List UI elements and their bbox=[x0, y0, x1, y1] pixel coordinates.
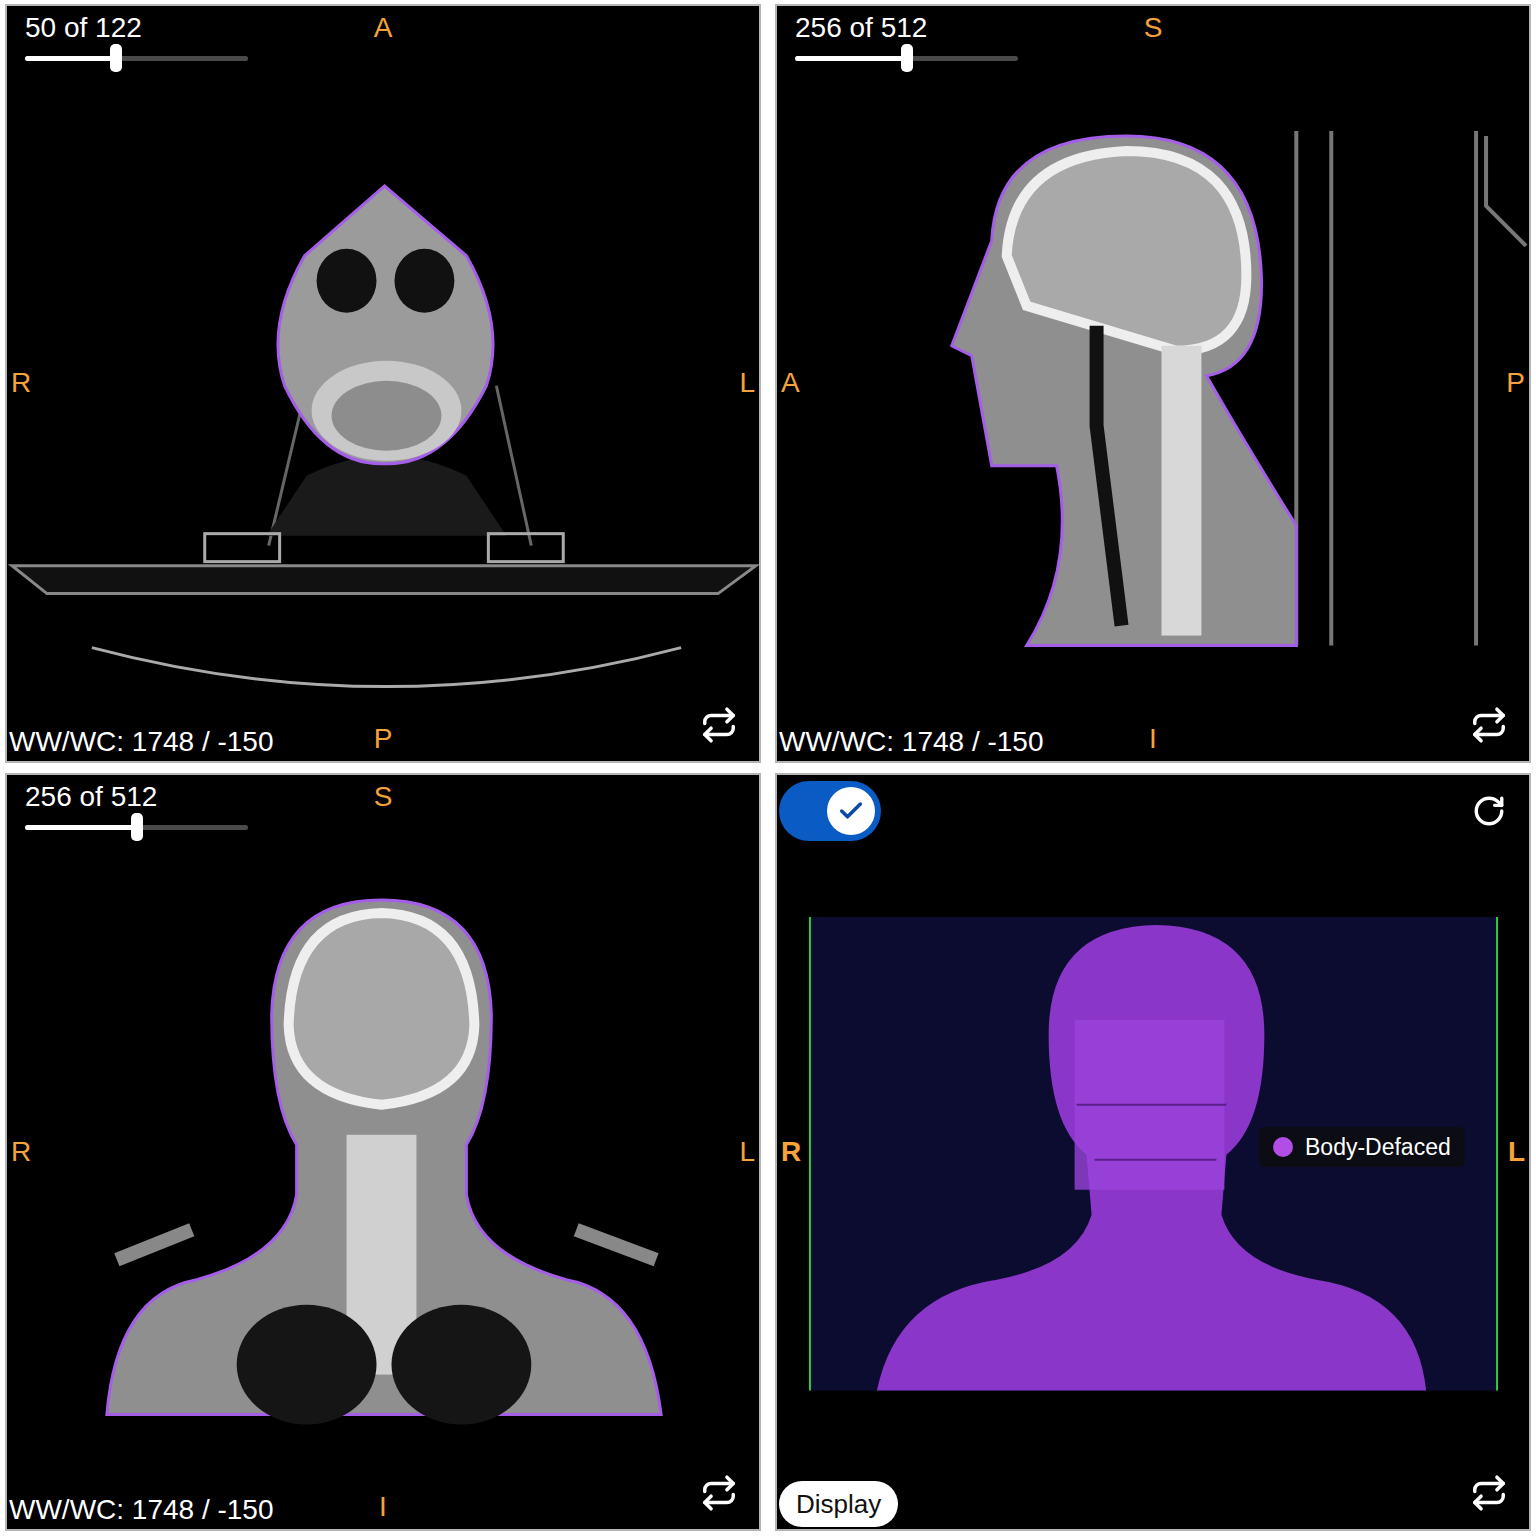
orientation-label: P bbox=[1506, 367, 1525, 399]
3d-viewport[interactable]: R L Body-Defaced Display bbox=[775, 773, 1531, 1532]
ct-image[interactable] bbox=[7, 775, 759, 1530]
swap-icon bbox=[700, 706, 738, 744]
check-icon bbox=[837, 797, 865, 825]
orientation-label: S bbox=[374, 781, 393, 813]
orientation-label: I bbox=[379, 1491, 387, 1523]
swap-button[interactable] bbox=[697, 703, 741, 747]
display-button[interactable]: Display bbox=[779, 1481, 898, 1527]
viewer-grid: 50 of 122APRLWW/WC: 1748 / -150256 of 51… bbox=[0, 0, 1536, 1536]
reset-button[interactable] bbox=[1467, 789, 1511, 833]
slice-control: 256 of 512 bbox=[25, 781, 248, 830]
segment-legend: Body-Defaced bbox=[1259, 1127, 1465, 1167]
orientation-label: A bbox=[781, 367, 800, 399]
window-level-label: WW/WC: 1748 / -150 bbox=[9, 725, 274, 759]
slider-thumb[interactable] bbox=[131, 813, 143, 841]
orientation-label: S bbox=[1144, 12, 1163, 44]
slice-slider[interactable] bbox=[25, 825, 248, 830]
swap-button[interactable] bbox=[1467, 1471, 1511, 1515]
orientation-label: R bbox=[781, 1136, 801, 1168]
window-level-label: WW/WC: 1748 / -150 bbox=[779, 725, 1044, 759]
ct-image[interactable] bbox=[7, 6, 759, 761]
swap-icon bbox=[1470, 706, 1508, 744]
refresh-icon bbox=[1472, 794, 1506, 828]
slice-counter: 256 of 512 bbox=[795, 12, 1018, 44]
ct-image[interactable] bbox=[777, 6, 1529, 761]
slice-counter: 256 of 512 bbox=[25, 781, 248, 813]
axial-viewport[interactable]: 50 of 122 A P R L WW/WC: 1748 / -150 bbox=[5, 4, 761, 763]
visibility-toggle[interactable] bbox=[779, 781, 881, 841]
swap-button[interactable] bbox=[697, 1471, 741, 1515]
orientation-label: P bbox=[374, 723, 393, 755]
slice-control: 50 of 122 bbox=[25, 12, 248, 61]
swap-icon bbox=[1470, 1474, 1508, 1512]
orientation-label: L bbox=[739, 367, 755, 399]
slider-thumb[interactable] bbox=[110, 44, 122, 72]
swap-button[interactable] bbox=[1467, 703, 1511, 747]
slice-slider[interactable] bbox=[25, 56, 248, 61]
window-level-label: WW/WC: 1748 / -150 bbox=[9, 1493, 274, 1527]
orientation-label: L bbox=[1508, 1136, 1525, 1168]
orientation-label: L bbox=[739, 1136, 755, 1168]
legend-item[interactable]: Body-Defaced bbox=[1259, 1127, 1465, 1167]
orientation-label: I bbox=[1149, 723, 1157, 755]
sagittal-viewport[interactable]: 256 of 512 S I A P WW/WC: 1748 / -150 bbox=[775, 4, 1531, 763]
slice-counter: 50 of 122 bbox=[25, 12, 248, 44]
slice-control: 256 of 512 bbox=[795, 12, 1018, 61]
orientation-label: A bbox=[374, 12, 393, 44]
orientation-label: R bbox=[11, 367, 31, 399]
slider-thumb[interactable] bbox=[901, 44, 913, 72]
orientation-label: R bbox=[11, 1136, 31, 1168]
legend-dot bbox=[1273, 1137, 1293, 1157]
swap-icon bbox=[700, 1474, 738, 1512]
slice-slider[interactable] bbox=[795, 56, 1018, 61]
coronal-viewport[interactable]: 256 of 512 S I R L WW/WC: 1748 / -150 bbox=[5, 773, 761, 1532]
